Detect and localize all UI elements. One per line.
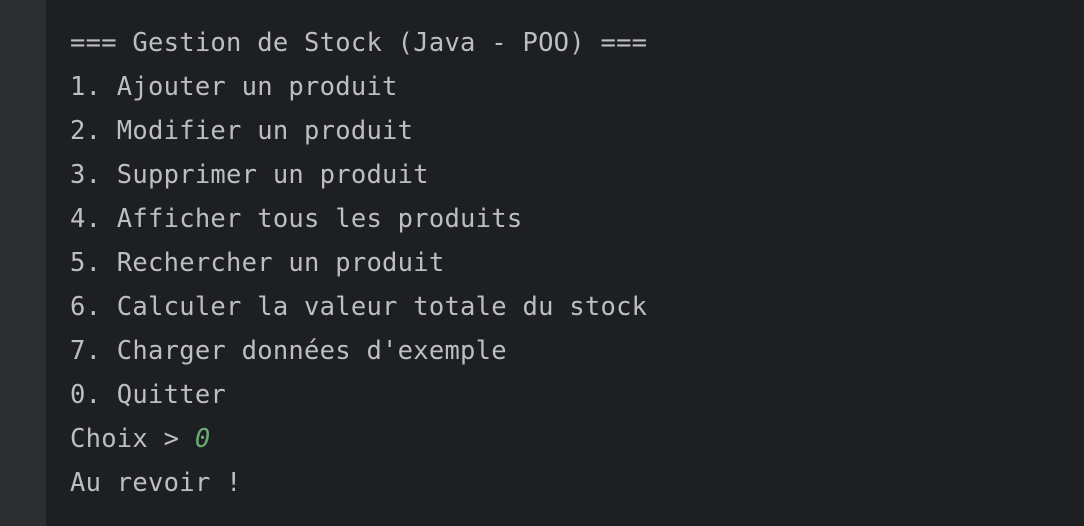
farewell-message: Au revoir !: [70, 468, 242, 498]
prompt-label: Choix >: [70, 424, 195, 454]
prompt-line: Choix > 0: [70, 417, 647, 461]
menu-item-add: 1. Ajouter un produit: [70, 72, 398, 102]
menu-item-delete: 3. Supprimer un produit: [70, 160, 429, 190]
editor-gutter: [0, 0, 46, 526]
menu-item-search: 5. Rechercher un produit: [70, 248, 445, 278]
menu-item-total: 6. Calculer la valeur totale du stock: [70, 292, 648, 322]
user-input: 0: [194, 424, 211, 454]
menu-title: === Gestion de Stock (Java - POO) ===: [70, 28, 648, 58]
menu-item-list: 4. Afficher tous les produits: [70, 204, 523, 234]
menu-item-modify: 2. Modifier un produit: [70, 116, 414, 146]
menu-item-sample: 7. Charger données d'exemple: [70, 336, 507, 366]
menu-item-quit: 0. Quitter: [70, 380, 227, 410]
console-output[interactable]: === Gestion de Stock (Java - POO) === 1.…: [70, 21, 647, 505]
